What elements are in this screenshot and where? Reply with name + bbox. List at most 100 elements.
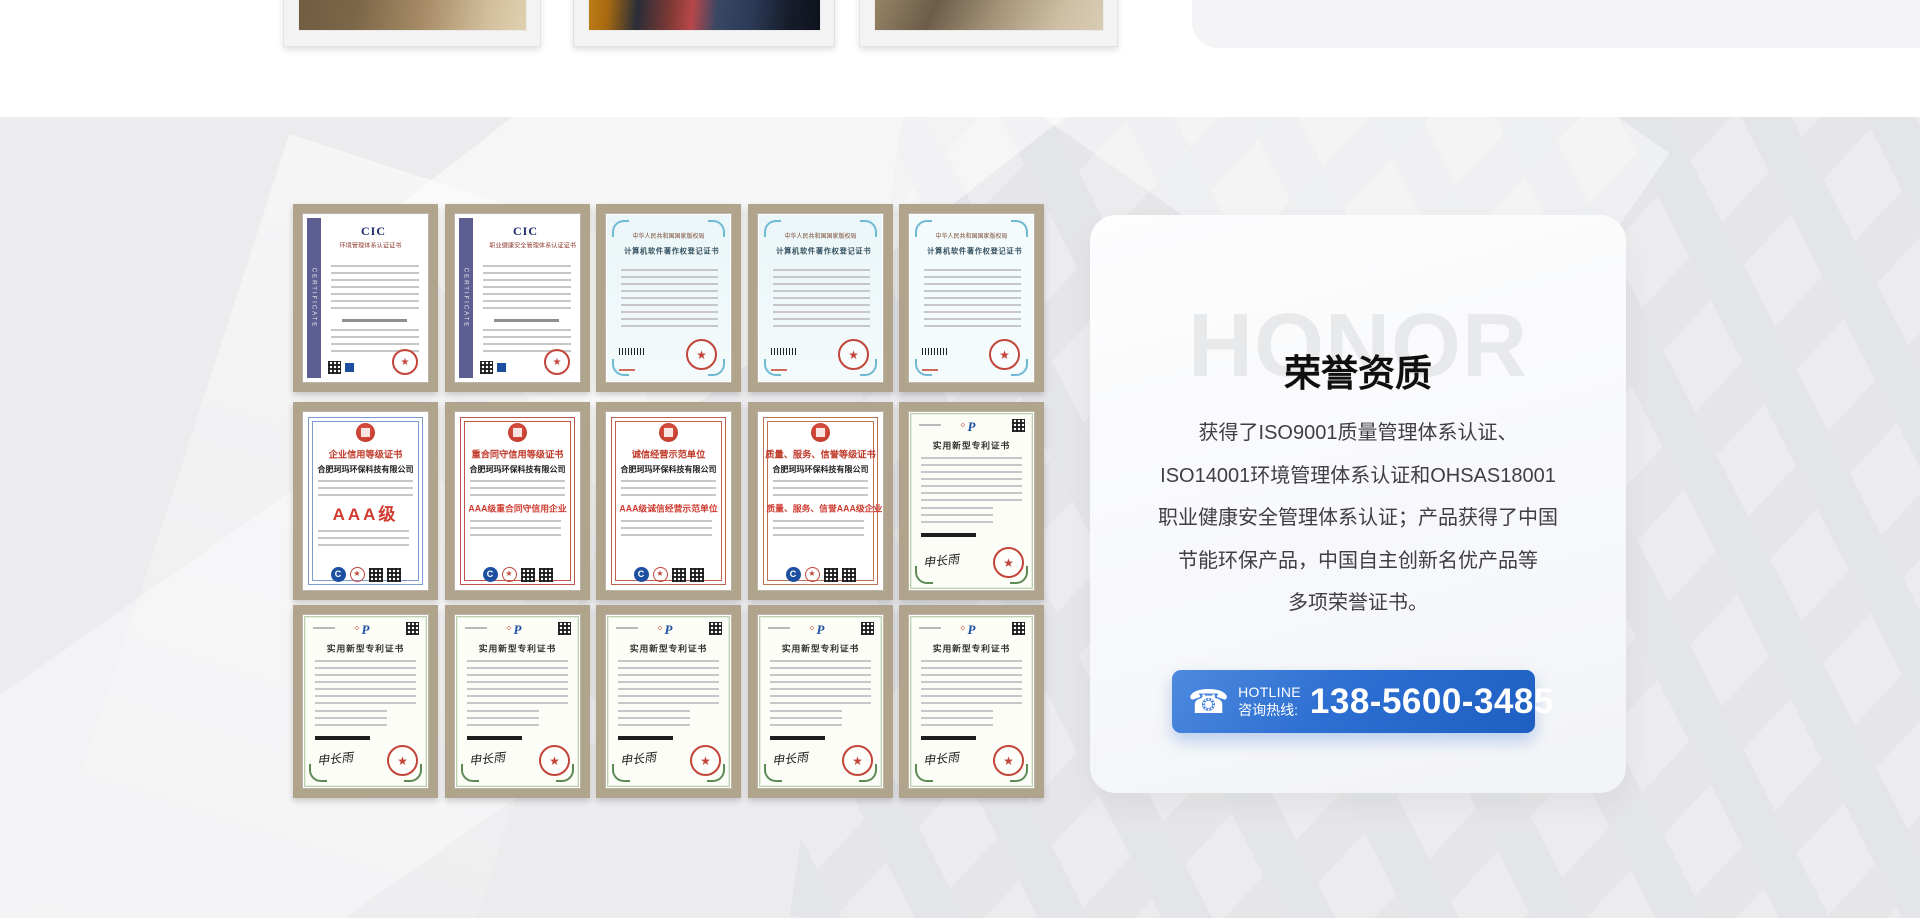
certificate-text-lines (470, 480, 565, 496)
hotline-labels: HOTLINE 咨询热线: (1238, 684, 1301, 719)
qr-code-icon (824, 568, 838, 582)
corner-flourish-icon (860, 220, 877, 237)
red-seal-icon: ★ (350, 567, 365, 582)
red-seal-icon: ★ (653, 567, 668, 582)
certificate-software-copyright[interactable]: 中华人民共和国国家版权局 计算机软件著作权登记证书 ★ (596, 204, 741, 392)
certificate-quality-service-credit[interactable]: 质量、服务、信誉等级证书 合肥珂玛环保科技有限公司 质量、服务、信誉AAA级企业… (748, 402, 893, 600)
blue-seal-icon: C (483, 567, 498, 582)
hotline-button[interactable]: ☎ HOTLINE 咨询热线: 138-5600-3485 (1172, 670, 1535, 733)
certificate-text-lines (483, 265, 571, 313)
barcode-icon (467, 736, 522, 740)
corner-flourish-icon (612, 359, 629, 376)
project-gallery-card-2[interactable] (573, 0, 835, 47)
corner-flourish-icon (764, 220, 781, 237)
certificate-text-lines (315, 710, 387, 730)
certificate-text-lines (621, 269, 718, 329)
top-right-panel (1192, 0, 1920, 48)
certificate-number (313, 627, 335, 629)
certificate-side-band: CERTIFICATE (307, 218, 321, 378)
ribbon-seal-icon (659, 423, 678, 442)
certificate-number (768, 627, 790, 629)
cnipa-logo-icon: P (362, 622, 370, 638)
company-name: 合肥珂玛环保科技有限公司 (316, 463, 414, 475)
corner-flourish-icon (612, 764, 630, 782)
certificate-title: 环境管理体系认证证书 (327, 240, 403, 249)
certificate-contract-credit[interactable]: 重合同守信用等级证书 合肥珂玛环保科技有限公司 AAA级重合同守信用企业 C★ (445, 402, 590, 600)
certificate-grade: AAA级 (304, 500, 427, 525)
qr-code-icon (558, 622, 571, 635)
certificate-text-lines (618, 660, 719, 706)
certificate-title: 职业健康安全管理体系认证证书 (479, 240, 555, 249)
certificate-text-lines (331, 265, 419, 313)
certificate-grade: AAA级诚信经营示范单位 (614, 501, 722, 514)
corner-flourish-icon (1011, 220, 1028, 237)
certificate-text-lines (921, 660, 1022, 706)
certificate-cic-ohs[interactable]: CERTIFICATE CIC 职业健康安全管理体系认证证书 ★ (445, 204, 590, 392)
corner-flourish-icon (461, 764, 479, 782)
corner-flourish-icon (915, 566, 933, 584)
corner-flourish-icon (764, 764, 782, 782)
corner-flourish-icon (915, 764, 933, 782)
certificate-utility-patent[interactable]: P 实用新型专利证书 申长雨 ★ (748, 605, 893, 798)
certificate-number (465, 627, 487, 629)
red-seal-icon: ★ (686, 339, 717, 370)
certificate-number (919, 424, 941, 426)
cnipa-logo-icon: P (968, 419, 976, 435)
certificate-integrity-model-unit[interactable]: 诚信经营示范单位 合肥珂玛环保科技有限公司 AAA级诚信经营示范单位 C★ (596, 402, 741, 600)
corner-flourish-icon (859, 764, 877, 782)
certificate-software-copyright[interactable]: 中华人民共和国国家版权局 计算机软件著作权登记证书 ★ (899, 204, 1044, 392)
qr-code-icon (1012, 419, 1025, 432)
certificate-divider (342, 319, 407, 322)
barcode-icon (770, 736, 825, 740)
honor-description: 获得了ISO9001质量管理体系认证、 ISO14001环境管理体系认证和OHS… (1116, 412, 1600, 625)
corner-flourish-icon (309, 764, 327, 782)
certificate-title: 重合同守信用等级证书 (461, 447, 574, 461)
project-photo-2 (588, 0, 821, 31)
certificate-software-copyright[interactable]: 中华人民共和国国家版权局 计算机软件著作权登记证书 ★ (748, 204, 893, 392)
cic-logo: CIC (456, 224, 579, 239)
project-gallery-card-1[interactable] (283, 0, 541, 47)
qr-code-icon (539, 568, 553, 582)
red-seal-icon: ★ (544, 349, 570, 375)
certificate-authority: 中华人民共和国国家版权局 (632, 231, 706, 240)
qr-code-icon (480, 361, 493, 374)
barcode-icon (771, 348, 797, 355)
honor-card: HONOR 荣誉资质 获得了ISO9001质量管理体系认证、 ISO14001环… (1090, 215, 1626, 793)
blue-seal-icon: C (634, 567, 649, 582)
certificate-text-lines (467, 710, 539, 730)
red-seal-icon: ★ (989, 339, 1020, 370)
certificate-text-lines (770, 710, 842, 730)
cnipa-logo-icon: P (817, 622, 825, 638)
page: CERTIFICATE CIC 环境管理体系认证证书 ★ CERTIFICATE… (0, 0, 1920, 918)
red-seal-icon: ★ (392, 349, 418, 375)
certificate-text-lines (318, 530, 409, 548)
certificate-utility-patent[interactable]: P 实用新型专利证书 申长雨 ★ (899, 605, 1044, 798)
qr-code-icon (328, 361, 341, 374)
certificate-text-lines (770, 660, 871, 706)
certificate-utility-patent[interactable]: P 实用新型专利证书 申长雨 ★ (293, 605, 438, 798)
certificate-utility-patent[interactable]: P 实用新型专利证书 申长雨 ★ (899, 402, 1044, 600)
certificate-enterprise-credit-aaa[interactable]: 企业信用等级证书 合肥珂玛环保科技有限公司 AAA级 C★ (293, 402, 438, 600)
certificate-number (619, 369, 635, 371)
certificate-number (616, 627, 638, 629)
qr-code-icon (1012, 622, 1025, 635)
ribbon-seal-icon (508, 423, 527, 442)
certificate-grade: AAA级重合同守信用企业 (463, 501, 571, 514)
certificate-divider (494, 319, 559, 322)
project-gallery-card-3[interactable] (859, 0, 1118, 47)
certificate-cic-ems[interactable]: CERTIFICATE CIC 环境管理体系认证证书 ★ (293, 204, 438, 392)
ribbon-seal-icon (356, 423, 375, 442)
certificate-utility-patent[interactable]: P 实用新型专利证书 申长雨 ★ (445, 605, 590, 798)
certificate-text-lines (924, 269, 1021, 329)
certificate-text-lines (773, 480, 868, 496)
barcode-icon (921, 736, 976, 740)
cnipa-logo-icon: P (665, 622, 673, 638)
certificate-text-lines (621, 520, 712, 538)
certificate-utility-patent[interactable]: P 实用新型专利证书 申长雨 ★ (596, 605, 741, 798)
certificate-authority: 中华人民共和国国家版权局 (784, 231, 858, 240)
certificate-title: 计算机软件著作权登记证书 (776, 245, 865, 256)
certificate-title: 企业信用等级证书 (309, 447, 422, 461)
cnipa-logo-icon: P (968, 622, 976, 638)
barcode-icon (618, 736, 673, 740)
certificate-title: 计算机软件著作权登记证书 (927, 245, 1016, 256)
